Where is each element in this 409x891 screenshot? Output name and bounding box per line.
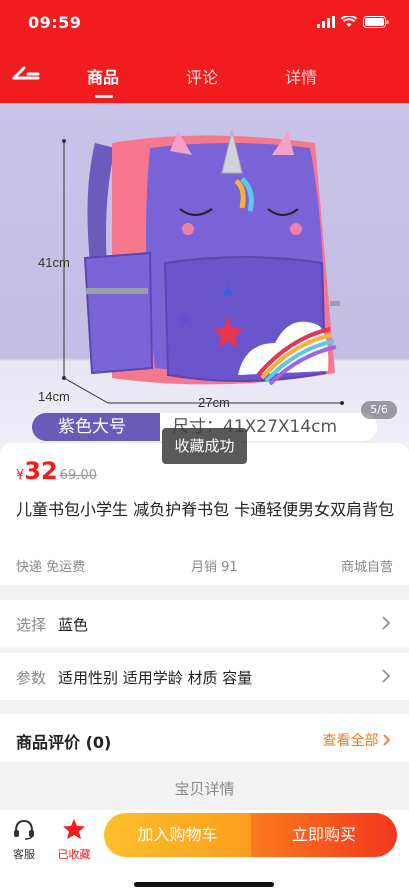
view-all-label: 查看全部 <box>322 733 379 749</box>
service-label: 客服 <box>13 848 35 861</box>
params-label: 参数 <box>16 669 47 687</box>
params-value: 适用性别 适用学龄 材质 容量 <box>58 669 253 687</box>
chevron-right-icon <box>383 734 391 746</box>
home-indicator <box>134 882 274 887</box>
header: 09:59 商品 评论 详情 <box>0 0 409 103</box>
chevron-right-icon <box>382 669 391 683</box>
params-row[interactable]: 参数 适用性别 适用学龄 材质 容量 <box>0 653 409 700</box>
tab-reviews[interactable]: 评论 <box>186 64 218 88</box>
battery-icon <box>363 16 389 28</box>
current-price: 32 <box>24 457 58 485</box>
tab-goods[interactable]: 商品 <box>87 64 119 88</box>
status-time: 09:59 <box>28 13 82 32</box>
star-filled-icon <box>63 819 85 839</box>
buy-now-button[interactable]: 立即购买 <box>251 813 397 857</box>
select-value: 蓝色 <box>58 616 89 634</box>
product-detail-screen: 09:59 商品 评论 详情 41cm 27cm 14cm 紫色大号 尺寸：41… <box>0 0 409 891</box>
product-title: 儿童书包小学生 减负护脊书包 卡通轻便男女双肩背包 <box>16 500 395 519</box>
image-page-indicator: 5/6 <box>361 401 397 419</box>
favorite-button[interactable]: 已收藏 <box>54 818 94 862</box>
spec-color-label: 紫色大号 <box>32 413 160 441</box>
collected-label: 已收藏 <box>57 848 91 861</box>
status-icons <box>317 16 389 28</box>
select-spec-row[interactable]: 选择 蓝色 <box>0 600 409 647</box>
view-all-reviews-link[interactable]: 查看全部 <box>323 730 391 750</box>
dim-depth: 14cm <box>38 389 70 404</box>
product-info-card: ¥32 69.00 儿童书包小学生 减负护脊书包 卡通轻便男女双肩背包 快递 免运… <box>0 443 409 585</box>
review-section-header: 商品评价 (0) 查看全部 <box>0 714 409 762</box>
review-title: 商品评价 (0) <box>16 733 112 752</box>
store-type: 商城自营 <box>340 560 393 575</box>
tab-details[interactable]: 详情 <box>285 64 317 88</box>
product-image-carousel[interactable]: 41cm 27cm 14cm <box>0 103 409 443</box>
shipping-info: 快递 免运费 <box>16 560 86 575</box>
tab-active-indicator <box>95 95 113 98</box>
add-to-cart-button[interactable]: 加入购物车 <box>104 813 251 857</box>
signal-icon <box>317 16 335 28</box>
bottom-action-bar: 客服 已收藏 加入购物车 立即购买 <box>0 810 409 891</box>
product-detail-title: 宝贝详情 <box>174 780 235 798</box>
customer-service-button[interactable]: 客服 <box>4 818 44 862</box>
price-block: ¥32 69.00 <box>16 457 97 485</box>
monthly-sales: 月销 91 <box>191 560 238 575</box>
original-price: 69.00 <box>59 468 97 483</box>
wifi-icon <box>341 16 357 27</box>
dim-width: 27cm <box>198 395 230 410</box>
dim-height: 41cm <box>38 255 70 270</box>
select-label: 选择 <box>16 616 47 634</box>
headset-icon <box>14 819 34 840</box>
tab-bar: 商品 评论 详情 <box>0 64 409 100</box>
toast-message: 收藏成功 <box>162 428 247 464</box>
chevron-right-icon <box>382 616 391 630</box>
